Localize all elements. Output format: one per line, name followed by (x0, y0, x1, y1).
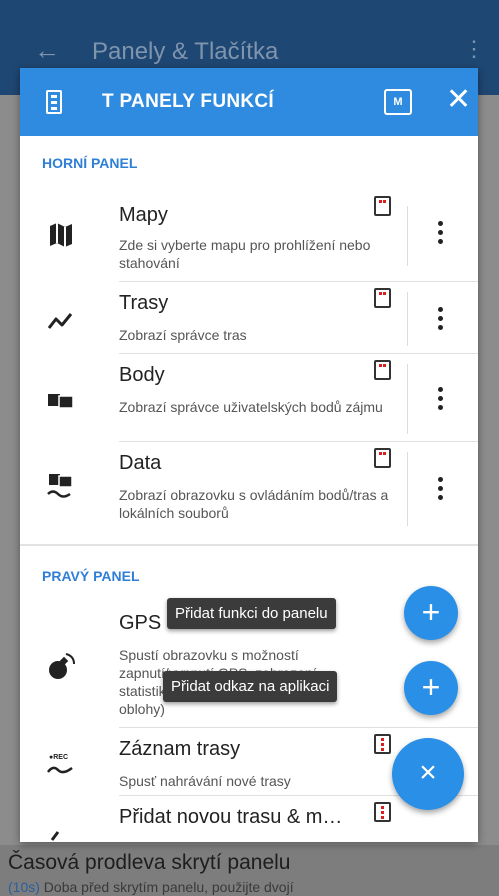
item-description: Zobrazí obrazovku s ovládáním bodů/tras … (119, 487, 389, 521)
setting-description: (10s) Doba před skrytím panelu, použijte… (8, 879, 294, 895)
data-icon (47, 474, 73, 498)
right-panel-tag-icon (374, 802, 391, 822)
menu-badge-icon[interactable]: M (384, 89, 412, 115)
desc-line: Spustí obrazovku s možností (119, 647, 299, 663)
divider (407, 364, 408, 434)
top-panel-tag-icon (374, 448, 391, 468)
setting-title: Časová prodleva skrytí panelu (8, 851, 291, 874)
top-panel-tag-icon (374, 288, 391, 308)
close-icon[interactable]: ✕ (446, 84, 471, 116)
add-function-tooltip: Přidat funkci do panelu (167, 598, 336, 629)
dialog-header: T PANELY FUNKCÍ M ✕ (20, 68, 478, 136)
more-options-icon[interactable] (438, 387, 444, 414)
list-item-routes[interactable]: Trasy Zobrazí správce tras (20, 282, 478, 354)
item-title: Přidat novou trasu & m… (119, 806, 343, 828)
item-title: GPS (119, 612, 162, 634)
item-title: Data (119, 452, 162, 474)
item-description: Zobrazí správce uživatelských bodů zájmu (119, 399, 383, 415)
item-title: Mapy (119, 204, 168, 226)
appbar-title: Panely & Tlačítka (92, 38, 279, 65)
item-title: Trasy (119, 292, 169, 314)
item-description: Zde si vyberte mapu pro prohlížení nebo … (119, 237, 371, 271)
svg-text:●REC: ●REC (49, 754, 68, 761)
item-title: Záznam trasy (119, 738, 241, 760)
dialog-title: T PANELY FUNKCÍ (102, 91, 275, 112)
list-item-maps[interactable]: Mapy Zde si vyberte mapu pro prohlížení … (20, 186, 478, 282)
panel-icon (46, 90, 62, 114)
section-divider (20, 544, 478, 546)
close-fab-menu-button[interactable]: × (392, 738, 464, 810)
setting-value: (10s) (8, 879, 40, 895)
satellite-icon (49, 653, 75, 679)
track-record-icon: ●REC (46, 754, 73, 774)
divider (407, 292, 408, 346)
right-panel-tag-icon (374, 734, 391, 754)
points-icon (48, 394, 74, 409)
section-right-panel: PRAVÝ PANEL (42, 568, 140, 584)
item-title: Body (119, 364, 165, 386)
divider (407, 452, 408, 526)
more-options-icon[interactable] (438, 307, 444, 334)
map-icon (50, 223, 72, 247)
item-description: Zobrazí správce tras (119, 327, 247, 343)
list-item-points[interactable]: Body Zobrazí správce uživatelských bodů … (20, 354, 478, 442)
overflow-menu-icon[interactable]: ⋮ (463, 36, 485, 62)
top-panel-tag-icon (374, 360, 391, 380)
top-panel-tag-icon (374, 196, 391, 216)
add-route-icon (50, 831, 60, 841)
more-options-icon[interactable] (438, 477, 444, 504)
section-top-panel: HORNÍ PANEL (42, 155, 138, 171)
arrow-left-icon[interactable]: ← (34, 35, 60, 66)
add-app-link-fab[interactable]: + (404, 661, 458, 715)
background-setting-row[interactable]: Časová prodleva skrytí panelu (10s) Doba… (0, 845, 499, 896)
route-icon (47, 313, 73, 329)
divider (407, 206, 408, 266)
add-function-fab[interactable]: + (404, 586, 458, 640)
list-item-data[interactable]: Data Zobrazí obrazovku s ovládáním bodů/… (20, 442, 478, 538)
panel-functions-dialog: T PANELY FUNKCÍ M ✕ HORNÍ PANEL Mapy Zde… (20, 68, 478, 842)
item-description: Spusť nahrávání nové trasy (119, 773, 291, 789)
desc-line: oblohy) (119, 701, 165, 717)
more-options-icon[interactable] (438, 221, 444, 248)
add-app-link-tooltip: Přidat odkaz na aplikaci (163, 671, 338, 702)
setting-text: Doba před skrytím panelu, použijte dvojí (39, 879, 294, 895)
